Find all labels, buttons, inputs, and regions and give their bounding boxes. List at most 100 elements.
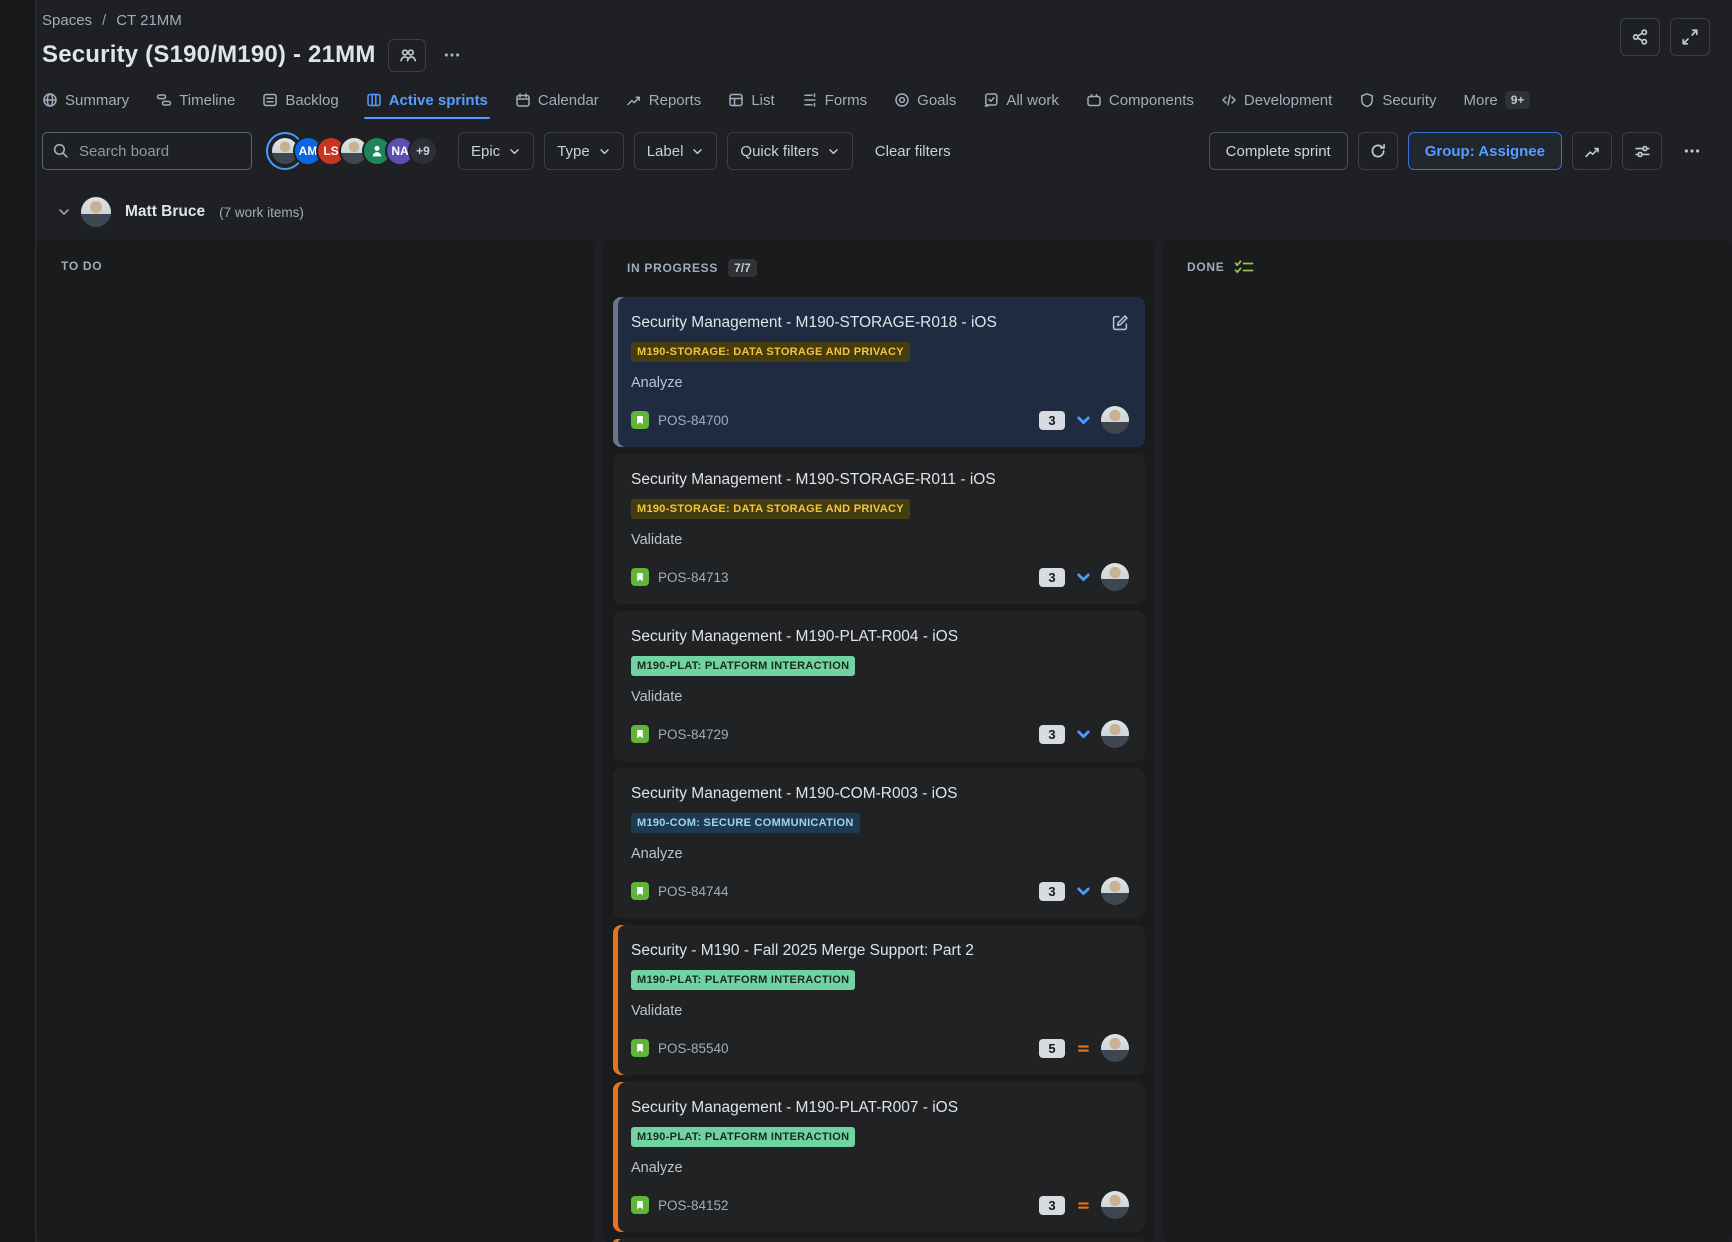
card-status: Analyze xyxy=(631,1160,1129,1176)
insights-button[interactable] xyxy=(1572,132,1612,170)
card-status: Analyze xyxy=(631,375,1129,391)
calendar-icon xyxy=(515,92,531,108)
tab-summary[interactable]: Summary xyxy=(42,92,129,119)
globe-icon xyxy=(42,92,58,108)
timeline-icon xyxy=(156,92,172,108)
priority-medium-icon xyxy=(1074,1196,1092,1214)
card-key[interactable]: POS-84713 xyxy=(658,570,729,585)
kanban-board: TO DO IN PROGRESS 7/7 Security Managemen… xyxy=(37,239,1732,1242)
tab-backlog[interactable]: Backlog xyxy=(262,92,338,119)
breadcrumb-separator: / xyxy=(102,12,106,29)
board-people-button[interactable] xyxy=(388,39,426,72)
line-chart-icon xyxy=(1584,143,1601,160)
card-key[interactable]: POS-84729 xyxy=(658,727,729,742)
card-status: Validate xyxy=(631,532,1129,548)
tab-security[interactable]: Security xyxy=(1359,92,1436,119)
table-icon xyxy=(728,92,744,108)
tab-list[interactable]: List xyxy=(728,92,774,119)
tab-label: Components xyxy=(1109,92,1194,109)
dropdown-label: Quick filters xyxy=(740,143,818,160)
board-card[interactable]: Security Management - M190-COM-R003 - iO… xyxy=(613,768,1145,918)
column-limit-badge: 7/7 xyxy=(728,259,757,277)
tab-development[interactable]: Development xyxy=(1221,92,1332,119)
group-assignee-avatar xyxy=(81,197,111,227)
feedback-button[interactable] xyxy=(1358,132,1398,170)
group-by-assignee-button[interactable]: Group: Assignee xyxy=(1408,132,1562,170)
priority-low-icon xyxy=(1074,568,1092,586)
target-icon xyxy=(894,92,910,108)
story-icon xyxy=(631,1039,649,1057)
fullscreen-button[interactable] xyxy=(1670,18,1710,56)
tab-active-sprints[interactable]: Active sprints xyxy=(366,92,488,119)
avatar-overflow-count[interactable]: +9 xyxy=(408,136,438,166)
tab-timeline[interactable]: Timeline xyxy=(156,92,235,119)
share-button[interactable] xyxy=(1620,18,1660,56)
board-page: Spaces / CT 21MM Security (S190/M190) - … xyxy=(37,0,1732,1242)
clear-filters-button[interactable]: Clear filters xyxy=(863,132,963,170)
check-square-icon xyxy=(983,92,999,108)
assignee-avatar[interactable] xyxy=(1101,877,1129,905)
tab-label: More xyxy=(1464,92,1498,109)
card-key[interactable]: POS-84700 xyxy=(658,413,729,428)
board-card[interactable]: Security Management - M190-STORAGE-R011 … xyxy=(613,454,1145,604)
assignee-avatar[interactable] xyxy=(1101,1191,1129,1219)
edit-icon[interactable] xyxy=(1112,314,1129,331)
sidebar-edge xyxy=(0,0,36,1242)
chevron-down-icon xyxy=(508,145,521,158)
collapse-chevron-icon[interactable] xyxy=(57,205,71,219)
quick-filters-dropdown[interactable]: Quick filters xyxy=(727,132,852,170)
assignee-avatar[interactable] xyxy=(1101,720,1129,748)
card-title: Security Management - M190-STORAGE-R011 … xyxy=(631,469,1129,490)
toolbar-more-button[interactable] xyxy=(1672,132,1712,170)
card-key[interactable]: POS-84744 xyxy=(658,884,729,899)
card-status: Validate xyxy=(631,689,1129,705)
dropdown-label: Label xyxy=(647,143,684,160)
breadcrumb-project[interactable]: CT 21MM xyxy=(116,12,182,29)
tab-label: Timeline xyxy=(179,92,235,109)
board-card[interactable]: Security Management - M190-STORAGE-R018 … xyxy=(613,297,1145,447)
card-key[interactable]: POS-84152 xyxy=(658,1198,729,1213)
epic-filter-dropdown[interactable]: Epic xyxy=(458,132,534,170)
tab-forms[interactable]: Forms xyxy=(802,92,868,119)
card-key[interactable]: POS-85540 xyxy=(658,1041,729,1056)
board-card[interactable]: Security - M190 - Fall 2025 Merge Suppor… xyxy=(613,925,1145,1075)
view-settings-button[interactable] xyxy=(1622,132,1662,170)
story-icon xyxy=(631,725,649,743)
board-card[interactable]: Security Management - M190-PLAT-R004 - i… xyxy=(613,611,1145,761)
column-title: IN PROGRESS xyxy=(627,261,718,275)
card-label: M190-STORAGE: DATA STORAGE AND PRIVACY xyxy=(631,342,910,362)
breadcrumb-spaces[interactable]: Spaces xyxy=(42,12,92,29)
title-more-button[interactable] xyxy=(438,41,466,69)
assignee-avatar[interactable] xyxy=(1101,563,1129,591)
tab-calendar[interactable]: Calendar xyxy=(515,92,599,119)
tab-goals[interactable]: Goals xyxy=(894,92,956,119)
card-label: M190-PLAT: PLATFORM INTERACTION xyxy=(631,656,855,676)
complete-sprint-button[interactable]: Complete sprint xyxy=(1209,132,1348,170)
card-title: Security Management - M190-COM-R003 - iO… xyxy=(631,783,1129,804)
tab-label: Development xyxy=(1244,92,1332,109)
assignee-avatar[interactable] xyxy=(1101,406,1129,434)
board-card[interactable]: Security Management - M190-PLAT-R007 - i… xyxy=(613,1082,1145,1232)
tab-label: Security xyxy=(1382,92,1436,109)
chevron-down-icon xyxy=(598,145,611,158)
tab-reports[interactable]: Reports xyxy=(626,92,702,119)
column-title: TO DO xyxy=(61,259,102,273)
label-filter-dropdown[interactable]: Label xyxy=(634,132,718,170)
tray-icon xyxy=(1086,92,1102,108)
assignee-group-header[interactable]: Matt Bruce (7 work items) xyxy=(57,196,1732,228)
tab-more[interactable]: More9+ xyxy=(1464,91,1531,119)
ellipsis-icon xyxy=(443,46,461,64)
person-icon xyxy=(369,143,385,159)
tab-all-work[interactable]: All work xyxy=(983,92,1059,119)
search-input[interactable] xyxy=(42,132,252,170)
search-icon xyxy=(52,142,69,159)
type-filter-dropdown[interactable]: Type xyxy=(544,132,624,170)
card-status: Analyze xyxy=(631,846,1129,862)
card-title: Security Management - M190-PLAT-R007 - i… xyxy=(631,1097,1129,1118)
assignee-avatar[interactable] xyxy=(1101,1034,1129,1062)
priority-low-icon xyxy=(1074,882,1092,900)
story-icon xyxy=(631,882,649,900)
tab-components[interactable]: Components xyxy=(1086,92,1194,119)
card-title: Security Management - M190-STORAGE-R018 … xyxy=(631,312,1102,333)
shield-icon xyxy=(1359,92,1375,108)
